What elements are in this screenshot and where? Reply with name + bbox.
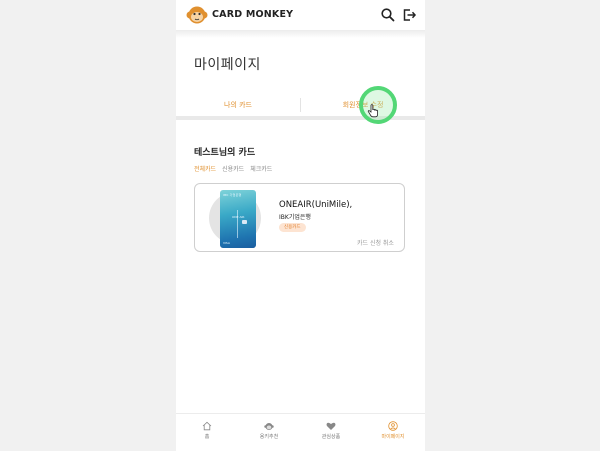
- nav-favorites[interactable]: 관심상품: [300, 414, 362, 451]
- monkey-recommend-icon: [264, 423, 274, 430]
- filter-credit-cards[interactable]: 신용카드: [222, 164, 244, 173]
- card-name: ONEAIR(UniMile),: [279, 200, 353, 210]
- search-icon[interactable]: [380, 7, 396, 23]
- app-screen: CARD MONKEY 마이페이지 나의 카드 회원정보 수정 테스트님의 카드…: [176, 0, 425, 451]
- top-header: CARD MONKEY: [176, 0, 425, 30]
- nav-mypage-label: 마이페이지: [381, 434, 405, 440]
- nav-recommend[interactable]: 용키추천: [238, 414, 300, 451]
- card-type-badge: 신용카드: [279, 223, 306, 232]
- nav-recommend-label: 용키추천: [259, 434, 279, 440]
- user-icon: [388, 421, 398, 431]
- card-type-filters: 전체카드 신용카드 체크카드: [194, 164, 272, 173]
- logout-icon[interactable]: [401, 7, 417, 23]
- filter-check-cards[interactable]: 체크카드: [250, 164, 272, 173]
- nav-favorites-label: 관심상품: [321, 434, 341, 440]
- bottom-navigation: 홈 용키추천 관심상품 마이페이지: [176, 413, 425, 451]
- nav-home-label: 홈: [204, 434, 210, 440]
- card-list-item[interactable]: IBK 기업은행 ONE AIR VISA ONEAIR(UniMile), I…: [194, 183, 405, 252]
- heart-icon: [326, 422, 336, 430]
- card-image-title: ONE AIR: [232, 215, 245, 219]
- nav-mypage[interactable]: 마이페이지: [362, 414, 424, 451]
- tab-my-cards[interactable]: 나의 카드: [176, 94, 300, 116]
- card-image-network: VISA: [223, 241, 230, 245]
- header-divider: [176, 30, 425, 38]
- card-image-brand: IBK 기업은행: [223, 193, 242, 197]
- filter-all-cards[interactable]: 전체카드: [194, 164, 216, 173]
- brand-name: CARD MONKEY: [212, 9, 294, 20]
- hand-cursor-icon: [367, 104, 378, 118]
- card-image: IBK 기업은행 ONE AIR VISA: [220, 190, 256, 248]
- monkey-logo-icon[interactable]: [186, 4, 208, 26]
- card-chip: [242, 220, 247, 224]
- cancel-application-button[interactable]: 카드 신청 취소: [357, 238, 394, 247]
- page-title: 마이페이지: [194, 57, 261, 73]
- home-icon: [202, 421, 212, 431]
- card-bank: IBK기업은행: [279, 214, 311, 221]
- section-title: 테스트님의 카드: [194, 148, 256, 158]
- nav-home[interactable]: 홈: [176, 414, 238, 451]
